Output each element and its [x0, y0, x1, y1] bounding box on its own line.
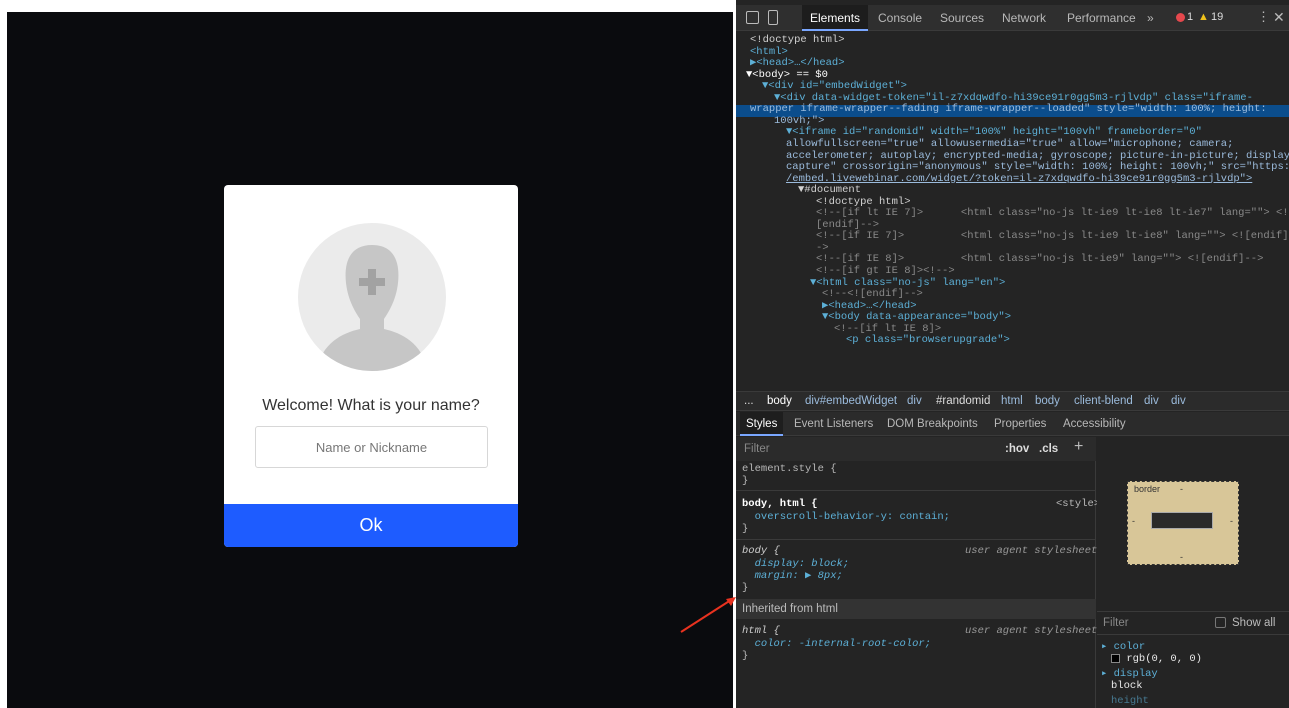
cls-toggle[interactable]: .cls [1039, 443, 1058, 455]
tab-styles[interactable]: Styles [740, 412, 784, 436]
box-model-diagram[interactable]: border - - - - [1127, 481, 1239, 565]
devtools-toolbar: Elements Console Sources Network Perform… [736, 5, 1289, 31]
dom-node-line[interactable]: ▼<div id="embedWidget"> [762, 81, 907, 93]
dom-node-line[interactable]: <!--[if gt IE 8]><!--> [816, 265, 955, 278]
dom-tree: <!doctype html> <html> ▶<head>…</head> ▼<bo… [736, 31, 1289, 389]
computed-prop-color-name[interactable]: ▸ color [1101, 641, 1145, 653]
tab-network[interactable]: Network [994, 5, 1054, 31]
breadcrumb: ... body div#embedWidget div #randomid h… [736, 391, 1289, 411]
prop-value: rgb(0, 0, 0) [1126, 653, 1202, 665]
dom-node-line[interactable]: allowfullscreen="true" allowusermedia="t… [786, 138, 1233, 151]
rule-close: } [742, 475, 749, 487]
prop-name: color [1113, 641, 1146, 653]
styles-pane: Filter :hov .cls + element.style { } bod… [736, 437, 1100, 708]
box-model-border-bottom: - [1180, 552, 1183, 562]
rule-close: } [742, 582, 749, 594]
computed-pane: border - - - - Filter Show all ▸ color r… [1097, 437, 1289, 708]
dom-node-line[interactable]: wrapper iframe-wrapper--fading iframe-wr… [750, 104, 1267, 116]
rule-close: } [742, 523, 749, 535]
breadcrumb-body-inner[interactable]: body [1035, 395, 1060, 407]
hov-toggle[interactable]: :hov [1005, 443, 1029, 455]
device-toolbar-icon[interactable] [768, 10, 778, 25]
tab-accessibility[interactable]: Accessibility [1057, 412, 1132, 436]
kebab-menu-icon[interactable]: ⋮ [1257, 9, 1270, 25]
error-icon [1176, 13, 1185, 22]
tab-dom-breakpoints[interactable]: DOM Breakpoints [881, 412, 984, 436]
box-model-border-right: - [1230, 516, 1233, 526]
dom-node-line[interactable]: <!--[if IE 7]> <html class="no-js lt-ie9… [816, 231, 1289, 243]
rule-selector-html[interactable]: html { [742, 625, 780, 637]
prop-overscroll[interactable]: overscroll-behavior-y: contain; [742, 511, 950, 523]
show-all-label: Show all [1232, 617, 1276, 629]
breadcrumb-html[interactable]: html [1001, 395, 1023, 407]
tab-console[interactable]: Console [870, 5, 930, 31]
prop-name: display [1113, 668, 1158, 680]
rule-selector-body[interactable]: body { [742, 545, 780, 557]
breadcrumb-div-2[interactable]: div [1144, 395, 1159, 407]
dom-node-line[interactable]: ▼#document [798, 185, 861, 197]
computed-prop-color-value: rgb(0, 0, 0) [1111, 653, 1202, 665]
computed-filter-input[interactable]: Filter [1103, 617, 1129, 629]
breadcrumb-body[interactable]: body [767, 395, 792, 407]
styles-filter-input[interactable]: Filter [744, 443, 770, 455]
breadcrumb-randomid[interactable]: #randomid [936, 395, 990, 407]
rule-source-ua-2: user agent stylesheet [965, 625, 1098, 637]
more-tabs-button[interactable]: » [1139, 5, 1162, 31]
breadcrumb-div-3[interactable]: div [1171, 395, 1186, 407]
computed-prop-display-name[interactable]: ▸ display [1101, 668, 1158, 680]
prop-display[interactable]: display: block; [742, 558, 850, 570]
tab-sources[interactable]: Sources [932, 5, 992, 31]
dom-node-line[interactable]: <!--[if lt IE 7]> <html class="no-js lt-… [816, 208, 1289, 220]
inspect-element-icon[interactable] [746, 11, 759, 24]
close-icon[interactable]: ✕ [1273, 9, 1285, 26]
inherited-from-html: Inherited from html [742, 603, 838, 615]
tab-elements[interactable]: Elements [802, 5, 869, 31]
prop-color[interactable]: color: -internal-root-color; [742, 638, 931, 650]
breadcrumb-embedwidget[interactable]: div#embedWidget [805, 395, 897, 407]
box-model-border-top: - [1180, 484, 1183, 494]
dom-node-line[interactable]: <!doctype html> [750, 34, 845, 47]
annotation-arrow [680, 597, 736, 633]
breadcrumb-client-blend[interactable]: client-blend [1074, 395, 1133, 407]
dom-node-line[interactable]: <!--<![endif]--> [822, 289, 923, 301]
tab-properties[interactable]: Properties [988, 412, 1052, 436]
error-count[interactable]: 1 [1187, 11, 1193, 23]
tab-event-listeners[interactable]: Event Listeners [788, 412, 879, 436]
warning-icon: ▲ [1198, 11, 1209, 23]
sidebar-tabs: Styles Event Listeners DOM Breakpoints P… [736, 412, 1289, 436]
computed-prop-height-name[interactable]: height [1111, 695, 1149, 707]
breadcrumb-div[interactable]: div [907, 395, 922, 407]
rule-source-ua: user agent stylesheet [965, 545, 1098, 557]
element-style-selector[interactable]: element.style { [742, 463, 837, 475]
dom-node-line[interactable]: capture" crossorigin="anonymous" style="… [786, 162, 1289, 174]
warning-count[interactable]: 19 [1211, 11, 1223, 23]
box-model-content [1151, 512, 1213, 529]
swatch-icon [1111, 653, 1120, 663]
breadcrumb-ellipsis[interactable]: ... [744, 395, 754, 407]
dom-node-line[interactable]: ▶<head>…</head> [750, 58, 845, 70]
tab-performance[interactable]: Performance [1059, 5, 1144, 31]
box-model-border-left: - [1132, 516, 1135, 526]
devtools-panel: Elements Console Sources Network Perform… [736, 0, 1289, 708]
dom-node-line[interactable]: <p class="browserupgrade"> [846, 335, 1010, 347]
rule-close: } [742, 650, 749, 662]
styles-filter-bar: Filter :hov .cls + [736, 437, 1096, 461]
rule-source-style[interactable]: <style> [1056, 498, 1100, 510]
add-rule-icon[interactable]: + [1074, 438, 1083, 456]
computed-prop-display-value: block [1111, 680, 1143, 692]
show-all-checkbox[interactable] [1215, 617, 1226, 628]
browser-page: Welcome! What is your name? Ok [0, 0, 736, 708]
rule-selector-body-html[interactable]: body, html { [742, 498, 818, 510]
dom-node-line[interactable]: ▼<body data-appearance="body"> [822, 312, 1011, 324]
box-model-label: border [1134, 484, 1161, 494]
prop-margin[interactable]: margin: ▶ 8px; [742, 570, 843, 582]
